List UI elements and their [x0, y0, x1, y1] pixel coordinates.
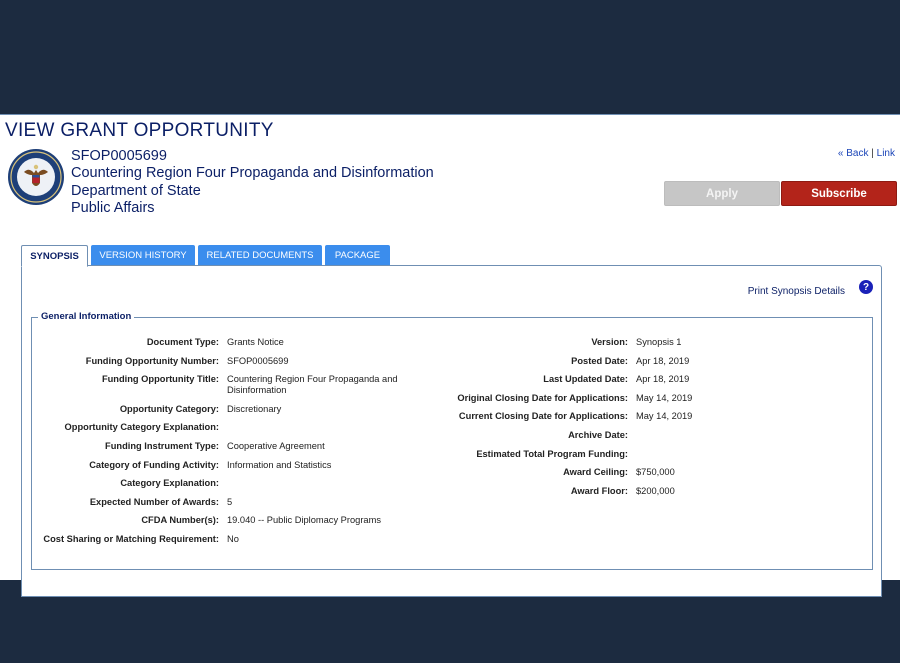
field-value-category-of-funding-activity: Information and Statistics [227, 459, 332, 470]
field-value-funding-opportunity-number: SFOP0005699 [227, 355, 289, 366]
field-row: Posted Date: Apr 18, 2019 [452, 356, 872, 375]
link-separator: | [871, 148, 874, 159]
field-row: Award Ceiling: $750,000 [452, 467, 872, 486]
back-link[interactable]: « Back [838, 148, 869, 159]
field-row: Last Updated Date: Apr 18, 2019 [452, 374, 872, 393]
field-row: Opportunity Category: Discretionary [32, 404, 452, 423]
field-row: Archive Date: [452, 430, 872, 449]
field-row: Cost Sharing or Matching Requirement: No [32, 534, 452, 553]
field-row: Estimated Total Program Funding: [452, 449, 872, 468]
subscribe-button[interactable]: Subscribe [781, 181, 897, 206]
field-value-last-updated-date: Apr 18, 2019 [636, 374, 690, 385]
tab-package[interactable]: PACKAGE [325, 245, 390, 265]
field-row: Current Closing Date for Applications: M… [452, 411, 872, 430]
field-value-estimated-total-funding [628, 449, 836, 468]
field-value-opportunity-category-explanation [219, 422, 412, 441]
field-value-version: Synopsis 1 [636, 337, 682, 347]
field-label-original-closing-date: Original Closing Date for Applications: [457, 392, 628, 403]
field-label-opportunity-category-explanation: Opportunity Category Explanation: [64, 422, 219, 433]
field-row: Version: Synopsis 1 [452, 337, 872, 356]
field-row: Funding Opportunity Number: SFOP0005699 [32, 356, 452, 375]
opportunity-title: Countering Region Four Propaganda and Di… [71, 165, 434, 182]
opportunity-number: SFOP0005699 [71, 148, 167, 164]
field-label-cost-sharing: Cost Sharing or Matching Requirement: [43, 533, 219, 544]
field-label-last-updated-date: Last Updated Date: [543, 374, 628, 385]
field-row: Expected Number of Awards: 5 [32, 497, 452, 516]
field-label-document-type: Document Type: [146, 337, 219, 347]
field-label-archive-date: Archive Date: [568, 429, 628, 440]
field-row: Funding Opportunity Title: Countering Re… [32, 374, 452, 404]
field-value-archive-date [628, 430, 836, 449]
field-row: Document Type: Grants Notice [32, 337, 452, 356]
field-label-funding-instrument-type: Funding Instrument Type: [105, 440, 219, 451]
top-links: « Back | Link [838, 148, 895, 159]
grant-opportunity-page: VIEW GRANT OPPORTUNITY SFOP0005699 Count… [0, 114, 900, 597]
field-label-estimated-total-funding: Estimated Total Program Funding: [476, 448, 628, 459]
field-label-opportunity-category: Opportunity Category: [119, 403, 219, 414]
tab-synopsis[interactable]: SYNOPSIS [21, 245, 88, 267]
field-row: Funding Instrument Type: Cooperative Agr… [32, 441, 452, 460]
left-field-column: Document Type: Grants Notice Funding Opp… [32, 337, 452, 553]
field-value-opportunity-category: Discretionary [227, 403, 282, 414]
department-of-state-seal-icon [8, 149, 64, 205]
field-label-version: Version: [591, 337, 628, 347]
print-synopsis-link[interactable]: Print Synopsis Details [748, 286, 845, 297]
help-icon[interactable]: ? [859, 280, 873, 294]
field-label-expected-number-of-awards: Expected Number of Awards: [89, 496, 219, 507]
field-value-cfda-numbers: 19.040 -- Public Diplomacy Programs [227, 515, 381, 526]
section-title: General Information [38, 311, 135, 322]
page-title: VIEW GRANT OPPORTUNITY [5, 120, 274, 141]
field-label-posted-date: Posted Date: [571, 355, 628, 366]
field-label-category-of-funding-activity: Category of Funding Activity: [89, 459, 219, 470]
field-value-award-floor: $200,000 [636, 485, 675, 496]
apply-button[interactable]: Apply [664, 181, 780, 206]
field-value-original-closing-date: May 14, 2019 [636, 392, 693, 403]
field-row: Category Explanation: [32, 478, 452, 497]
field-row: Original Closing Date for Applications: … [452, 393, 872, 412]
field-row: CFDA Number(s): 19.040 -- Public Diploma… [32, 515, 452, 534]
field-label-category-explanation: Category Explanation: [120, 478, 219, 489]
office-name: Public Affairs [71, 199, 155, 216]
opportunity-header: SFOP0005699 Countering Region Four Propa… [71, 148, 434, 217]
field-value-cost-sharing: No [227, 533, 239, 544]
field-value-funding-opportunity-title: Countering Region Four Propaganda and Di… [227, 374, 398, 396]
right-field-column: Version: Synopsis 1 Posted Date: Apr 18,… [452, 337, 872, 504]
field-value-award-ceiling: $750,000 [636, 467, 675, 478]
agency-name: Department of State [71, 182, 201, 199]
field-label-award-floor: Award Floor: [570, 485, 628, 496]
permalink-link[interactable]: Link [877, 148, 895, 159]
field-label-funding-opportunity-title: Funding Opportunity Title: [101, 374, 219, 385]
field-label-funding-opportunity-number: Funding Opportunity Number: [85, 355, 219, 366]
field-row: Category of Funding Activity: Informatio… [32, 460, 452, 479]
field-row: Award Floor: $200,000 [452, 486, 872, 505]
field-value-document-type: Grants Notice [227, 337, 284, 347]
field-value-funding-instrument-type: Cooperative Agreement [227, 440, 325, 451]
tab-related-documents[interactable]: RELATED DOCUMENTS [198, 245, 322, 265]
field-value-posted-date: Apr 18, 2019 [636, 355, 690, 366]
field-value-current-closing-date: May 14, 2019 [636, 411, 693, 422]
field-value-category-explanation [219, 478, 412, 497]
field-row: Opportunity Category Explanation: [32, 422, 452, 441]
field-value-expected-number-of-awards: 5 [227, 496, 233, 507]
tab-version-history[interactable]: VERSION HISTORY [91, 245, 195, 265]
field-label-cfda-numbers: CFDA Number(s): [141, 515, 219, 526]
field-label-award-ceiling: Award Ceiling: [563, 467, 628, 478]
synopsis-panel: Print Synopsis Details ? General Informa… [21, 265, 882, 597]
field-label-current-closing-date: Current Closing Date for Applications: [458, 411, 628, 422]
general-information-section: General Information Document Type: Grant… [31, 311, 873, 570]
